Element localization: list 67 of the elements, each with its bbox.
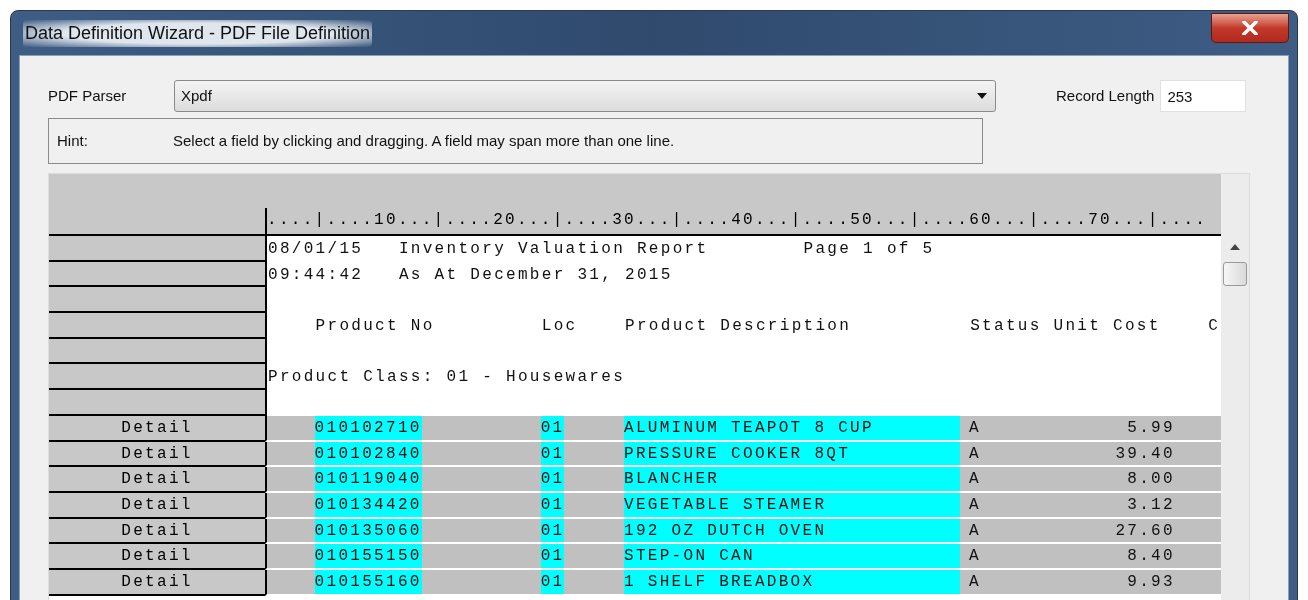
report-field[interactable]: 010102710 — [314, 415, 422, 440]
row-type-cell[interactable] — [49, 261, 265, 288]
report-field[interactable]: 5.99 — [1052, 415, 1175, 440]
report-field[interactable]: A — [969, 569, 981, 594]
hint-label: Hint: — [57, 130, 89, 151]
row-type-cell[interactable]: Detail — [49, 544, 265, 570]
report-field[interactable]: 010135060 — [314, 518, 422, 543]
report-field[interactable]: 192 OZ DUTCH OVEN — [624, 518, 960, 543]
row-type-cell[interactable]: Detail — [49, 492, 265, 519]
report-field[interactable]: 8.00 — [1052, 467, 1175, 491]
report-field[interactable]: 1 SHELF BREADBOX — [624, 569, 960, 594]
row-type-cell[interactable]: Detail — [49, 569, 265, 596]
parser-label: PDF Parser — [48, 85, 128, 106]
report-field[interactable]: STEP-ON CAN — [624, 544, 960, 568]
report-line: 09:44:42 As At December 31, 2015 — [267, 265, 673, 284]
report-field[interactable]: A — [969, 492, 981, 517]
report-field[interactable]: A — [969, 467, 981, 491]
report-field[interactable]: 39.40 — [1052, 441, 1175, 466]
row-type-cell[interactable]: Detail — [49, 415, 265, 442]
record-length-input[interactable]: 253 — [1160, 80, 1247, 112]
row-type-cell[interactable] — [49, 390, 265, 416]
report-field[interactable]: 01 — [540, 518, 565, 543]
row-type-cell[interactable]: Detail — [49, 467, 265, 493]
report-field[interactable]: 8.40 — [1052, 544, 1175, 568]
report-field[interactable]: BLANCHER — [624, 467, 960, 491]
scroll-up-icon — [1230, 244, 1240, 250]
row-type-cell[interactable] — [49, 287, 265, 314]
report-field[interactable]: PRESSURE COOKER 8QT — [624, 441, 960, 466]
scrollbar[interactable] — [1221, 174, 1249, 600]
report-field[interactable]: A — [969, 415, 981, 440]
row-type-cell[interactable]: Detail — [49, 441, 265, 468]
report-field[interactable]: 010119040 — [314, 467, 422, 491]
report-field[interactable]: 010102840 — [314, 441, 422, 466]
report-field[interactable]: 9.93 — [1052, 569, 1175, 594]
report-field[interactable]: 27.60 — [1052, 518, 1175, 543]
report-field[interactable]: 01 — [540, 492, 565, 517]
window-title: Data Definition Wizard - PDF File Definition — [23, 19, 373, 47]
report-field[interactable]: 010134420 — [314, 492, 422, 517]
report-field[interactable]: 01 — [540, 544, 565, 568]
column-ruler: ....|....10...|....20...|....30...|....40...|....50...|....60...|....70...|.... — [267, 210, 1208, 232]
report-field[interactable]: 01 — [540, 569, 565, 594]
report-field[interactable]: A — [969, 544, 981, 568]
report-field[interactable]: ALUMINUM TEAPOT 8 CUP — [624, 415, 960, 440]
report-line: Product No Loc Product Description Status Unit Cost C — [314, 317, 1221, 336]
record-length-label: Record Length — [1056, 85, 1155, 106]
row-type-cell[interactable]: Detail — [49, 518, 265, 545]
scroll-thumb[interactable] — [1223, 262, 1247, 286]
report-field[interactable]: 01 — [540, 467, 565, 491]
report-line: Product Class: 01 - Housewares — [267, 368, 626, 387]
report-line: 08/01/15 Inventory Valuation Report Page 1 of 5 — [267, 240, 935, 258]
close-icon — [1242, 21, 1258, 35]
report-field[interactable]: 01 — [540, 441, 565, 466]
hint-text: Select a field by clicking and dragging. A field may span more than one line. — [173, 130, 675, 151]
report-field[interactable]: 010155160 — [314, 569, 422, 594]
row-type-cell[interactable] — [49, 338, 265, 365]
row-type-cell[interactable] — [49, 236, 265, 262]
report-field[interactable]: 01 — [540, 415, 565, 440]
report-field[interactable]: VEGETABLE STEAMER — [624, 492, 960, 517]
report-field[interactable]: A — [969, 518, 981, 543]
row-type-cell[interactable] — [49, 313, 265, 339]
report-field[interactable]: 010155150 — [314, 544, 422, 568]
report-field[interactable]: A — [969, 441, 981, 466]
close-button[interactable] — [1211, 13, 1289, 43]
caret-icon — [977, 93, 987, 99]
row-type-cell[interactable] — [49, 364, 265, 391]
parser-dropdown[interactable]: Xpdf — [174, 80, 996, 112]
report-field[interactable]: 3.12 — [1052, 492, 1175, 517]
